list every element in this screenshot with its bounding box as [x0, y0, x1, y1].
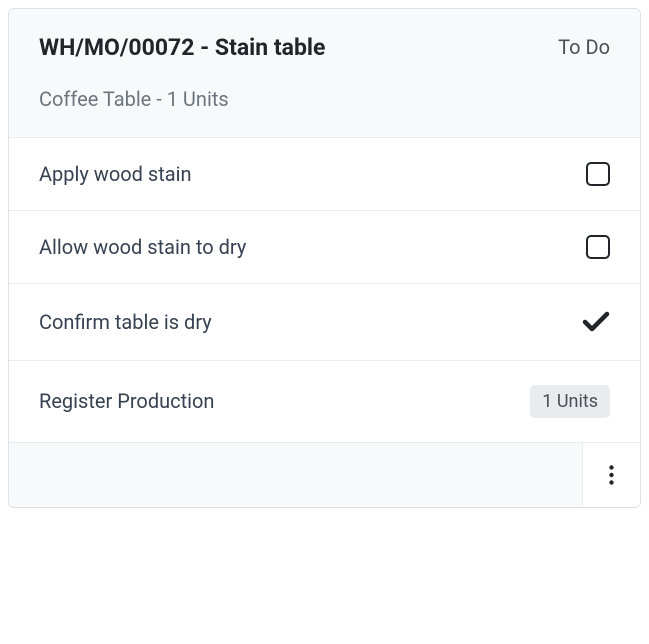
register-production-row[interactable]: Register Production 1 Units	[9, 361, 640, 443]
checkbox-unchecked-icon[interactable]	[586, 162, 610, 186]
checkbox-unchecked-icon[interactable]	[586, 235, 610, 259]
work-order-card: WH/MO/00072 - Stain table To Do Coffee T…	[8, 8, 641, 508]
step-label: Apply wood stain	[39, 162, 192, 186]
status-label: To Do	[558, 35, 610, 59]
step-row[interactable]: Apply wood stain	[9, 138, 640, 211]
step-label: Confirm table is dry	[39, 310, 212, 334]
header-top: WH/MO/00072 - Stain table To Do	[39, 33, 610, 63]
work-order-title: WH/MO/00072 - Stain table	[39, 33, 325, 63]
kebab-menu-icon	[609, 465, 614, 485]
register-production-label: Register Production	[39, 389, 214, 413]
more-options-button[interactable]	[582, 443, 640, 507]
card-header: WH/MO/00072 - Stain table To Do Coffee T…	[9, 9, 640, 138]
step-label: Allow wood stain to dry	[39, 235, 246, 259]
card-footer	[9, 443, 640, 507]
step-row[interactable]: Confirm table is dry	[9, 284, 640, 361]
work-order-subtitle: Coffee Table - 1 Units	[39, 87, 610, 111]
check-icon[interactable]	[582, 308, 610, 336]
step-row[interactable]: Allow wood stain to dry	[9, 211, 640, 284]
units-badge: 1 Units	[530, 385, 610, 418]
